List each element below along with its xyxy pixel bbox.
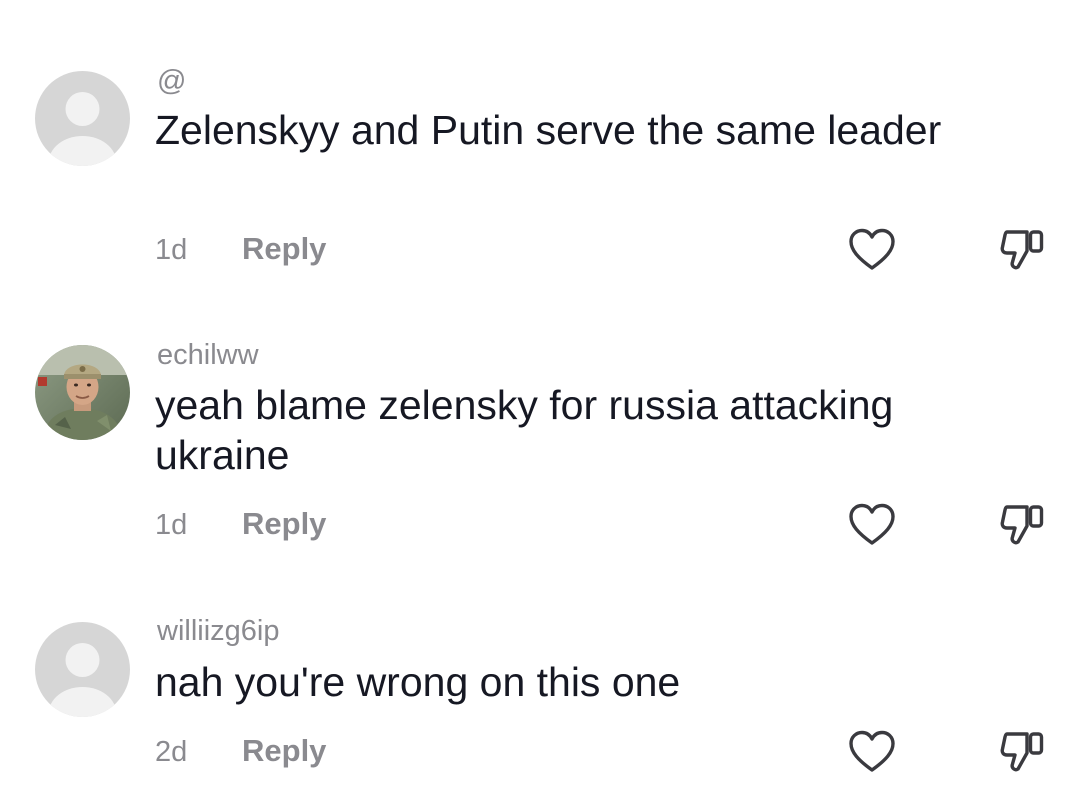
comment-text: nah you're wrong on this one	[155, 659, 681, 705]
comment-list: @ Zelenskyy and Putin serve the same lea…	[0, 0, 1080, 796]
comment-username[interactable]: williizg6ip	[157, 614, 280, 648]
comment-timestamp: 2d	[155, 736, 188, 768]
default-avatar[interactable]	[35, 622, 130, 717]
comment-item: williizg6ip nah you're wrong on this one…	[0, 0, 1080, 796]
like-button[interactable]	[849, 730, 895, 774]
thumbs-down-icon	[1000, 732, 1044, 772]
reply-button[interactable]: Reply	[242, 731, 326, 771]
heart-icon	[849, 730, 895, 772]
comment-meta: 2d Reply	[155, 731, 326, 771]
dislike-button[interactable]	[999, 728, 1047, 774]
